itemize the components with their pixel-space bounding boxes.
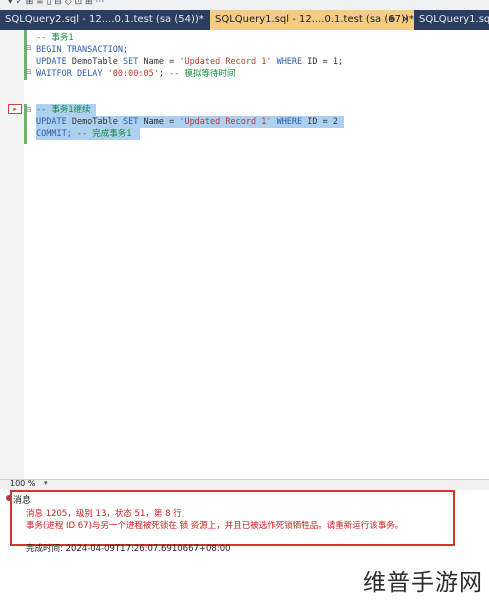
code-token: COMMIT; xyxy=(36,129,77,139)
code-line: -- 事务1继续 xyxy=(36,104,338,116)
toolbar-icons[interactable]: ▾ ✓ ⊞ ≡ ▯ ⊟ ◇ ⊡ ⊞ ⋯ xyxy=(8,0,104,7)
fold-toggle-icon[interactable]: ⊟ xyxy=(26,44,32,52)
code-line: COMMIT; -- 完成事务1 xyxy=(36,128,338,140)
code-token: -- 完成事务1 xyxy=(76,129,132,139)
completion-time: 完成时间: 2024-04-09T17:26:07.6910667+08:00 xyxy=(26,544,231,554)
code-token: SET xyxy=(123,117,144,127)
code-token: BEGIN TRANSACTION; xyxy=(36,45,129,55)
fold-toggle-icon-2[interactable]: ⊟ xyxy=(26,68,32,76)
execution-marker-icon[interactable]: ▸ xyxy=(8,104,22,114)
fold-toggle-icon-3[interactable]: ⊟ xyxy=(26,106,32,114)
editor-gutter xyxy=(0,30,24,479)
code-line: UPDATE DemoTable SET Name = 'Updated Rec… xyxy=(36,56,343,68)
tab-sqlquery1-other-label: SQLQuery1.sql - 12 xyxy=(419,14,489,25)
query-editor[interactable]: ⊟ ⊟ ⊟ ▸ -- 事务1 BEGIN TRANSACTION; UPDATE D… xyxy=(0,30,489,479)
code-token: 'Updated Record 1' xyxy=(179,117,272,127)
code-line: UPDATE DemoTable SET Name = 'Updated Rec… xyxy=(36,116,338,128)
code-token: DemoTable xyxy=(71,57,124,67)
tab-strip: SQLQuery2.sql - 12....0.1.test (sa (54))… xyxy=(0,10,489,30)
code-token: ID = 1; xyxy=(307,57,344,67)
code-line: WAITFOR DELAY '00:00:05'; -- 模拟等待时间 xyxy=(36,68,343,80)
messages-icon xyxy=(6,495,12,501)
zoom-bar: 100 % ▾ xyxy=(0,479,489,490)
tab-messages[interactable]: 消息 xyxy=(13,493,31,506)
error-message-header: 消息 1205，级别 13，状态 51，第 8 行 xyxy=(26,509,182,519)
error-message-body: 事务(进程 ID 67)与另一个进程被死锁在 锁 资源上，并且已被选作死锁牺牲品… xyxy=(26,521,404,531)
code-token: UPDATE xyxy=(36,117,72,127)
tab-sqlquery1-other[interactable]: SQLQuery1.sql - 12 xyxy=(414,10,489,30)
tab-sqlquery2-label: SQLQuery2.sql - 12....0.1.test (sa (54))… xyxy=(5,14,204,25)
selected-code-lines: -- 事务1继续 UPDATE DemoTable SET Name = 'Upd… xyxy=(36,104,338,140)
code-token: '00:00:05' xyxy=(107,69,159,79)
code-token: ID = 2 xyxy=(307,117,338,127)
code-token: Name = xyxy=(143,57,180,67)
code-token: WHERE xyxy=(271,57,308,67)
watermark-logo: 维普手游网 xyxy=(363,570,483,596)
code-token: -- 事务1 xyxy=(36,33,74,43)
code-token: -- 模拟等待时间 xyxy=(169,69,236,79)
code-token: Name = xyxy=(143,117,180,127)
tab-sqlquery2[interactable]: SQLQuery2.sql - 12....0.1.test (sa (54))… xyxy=(0,10,208,30)
code-line: -- 事务1 xyxy=(36,32,343,44)
code-token: UPDATE xyxy=(36,57,72,67)
tab-sqlquery1-label: SQLQuery1.sql - 12....0.1.test (sa (67))… xyxy=(215,14,414,25)
code-token: WAITFOR DELAY xyxy=(36,69,108,79)
code-lines: -- 事务1 BEGIN TRANSACTION; UPDATE DemoTable… xyxy=(36,32,343,80)
code-token: WHERE xyxy=(271,117,308,127)
code-token: SET xyxy=(123,57,144,67)
code-line: BEGIN TRANSACTION; xyxy=(36,44,343,56)
tab-sqlquery1-active[interactable]: SQLQuery1.sql - 12....0.1.test (sa (67))… xyxy=(210,10,414,30)
close-icon[interactable]: ✕ xyxy=(402,10,410,30)
zoom-level[interactable]: 100 % xyxy=(10,479,35,488)
code-token: DemoTable xyxy=(71,117,124,127)
code-token: -- 事务1继续 xyxy=(36,105,91,115)
chevron-down-icon[interactable]: ▾ xyxy=(44,479,48,487)
pin-icon[interactable]: ⊕ xyxy=(388,10,396,30)
code-token: 'Updated Record 1' xyxy=(179,57,272,67)
code-token: ; xyxy=(158,69,170,79)
